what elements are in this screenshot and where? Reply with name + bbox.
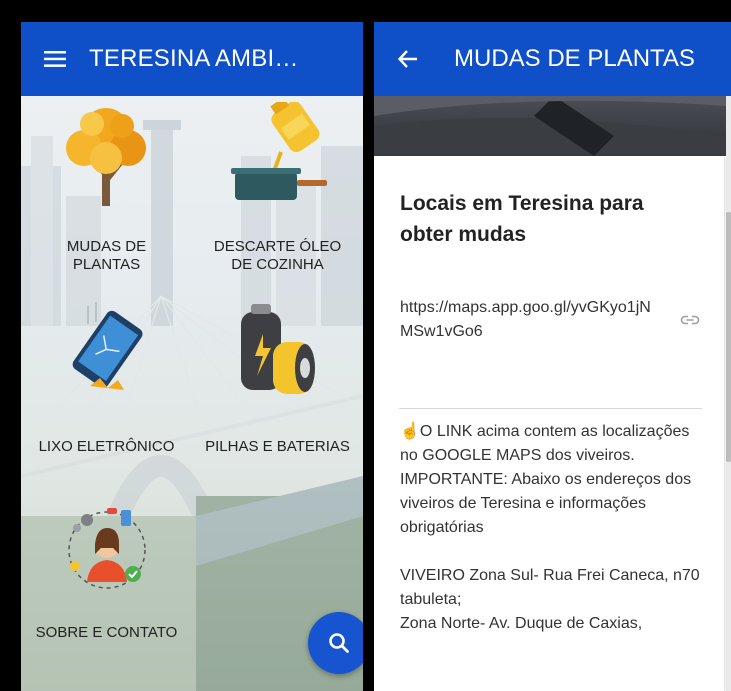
app-bar: TERESINA AMBI… [21, 22, 363, 96]
hamburger-menu-icon[interactable] [21, 22, 89, 96]
content-card: Locais em Teresina para obter mudas http… [374, 156, 724, 691]
description-line: VIVEIRO Zona Sul- Rua Frei Caneca, n70 t… [400, 567, 700, 608]
home-screen: TERESINA AMBI… MUDAS DE PLANTAS DESCARTE… [21, 22, 363, 691]
tile-label: LIXO ELETRÔNICO [38, 438, 175, 455]
tile-label: MUDAS DE PLANTAS [66, 238, 147, 273]
maps-link[interactable]: https://maps.app.goo.gl/yvGKyo1jNMSw1vGo… [400, 296, 662, 344]
page-title: MUDAS DE PLANTAS [454, 45, 695, 72]
arrow-back-icon[interactable] [374, 22, 442, 96]
cooking-oil-icon [230, 102, 327, 200]
divider [399, 408, 702, 409]
description-line: ☝O LINK acima contem as localizações no … [400, 423, 690, 464]
support-agent-icon [67, 508, 146, 589]
app-title: TERESINA AMBI… [89, 45, 299, 72]
scrollbar[interactable] [726, 212, 731, 462]
tile-label: DESCARTE ÓLEO DE COZINHA [213, 238, 342, 273]
detail-screen: MUDAS DE PLANTAS Locais em Teresina para… [374, 22, 731, 691]
search-icon [329, 633, 349, 653]
tile-sobre-e-contato[interactable]: SOBRE E CONTATO [21, 498, 192, 642]
broken-phone-icon [72, 302, 142, 390]
search-fab[interactable] [308, 612, 363, 674]
description-line: IMPORTANTE: Abaixo os endereços dos vive… [400, 471, 692, 536]
description-line: Zona Norte- Av. Duque de Caxias, [400, 615, 643, 632]
tile-descarte-oleo[interactable]: DESCARTE ÓLEO DE COZINHA [192, 102, 363, 274]
tile-label: PILHAS E BATERIAS [205, 438, 350, 455]
tile-lixo-eletronico[interactable]: LIXO ELETRÔNICO [21, 300, 192, 456]
link-icon[interactable] [680, 315, 700, 325]
tile-pilhas-baterias[interactable]: PILHAS E BATERIAS [192, 298, 363, 456]
battery-icon [240, 304, 315, 394]
header-image [374, 96, 726, 156]
tile-mudas-de-plantas[interactable]: MUDAS DE PLANTAS [21, 102, 192, 274]
tile-label: SOBRE E CONTATO [35, 624, 178, 641]
card-title: Locais em Teresina para obter mudas [400, 192, 644, 246]
app-bar: MUDAS DE PLANTAS [374, 22, 731, 96]
tree-icon [65, 108, 146, 206]
description-text: ☝O LINK acima contem as localizações no … [400, 420, 710, 636]
maps-link-row[interactable]: https://maps.app.goo.gl/yvGKyo1jNMSw1vGo… [400, 296, 705, 344]
header-image-graphic [374, 96, 726, 156]
